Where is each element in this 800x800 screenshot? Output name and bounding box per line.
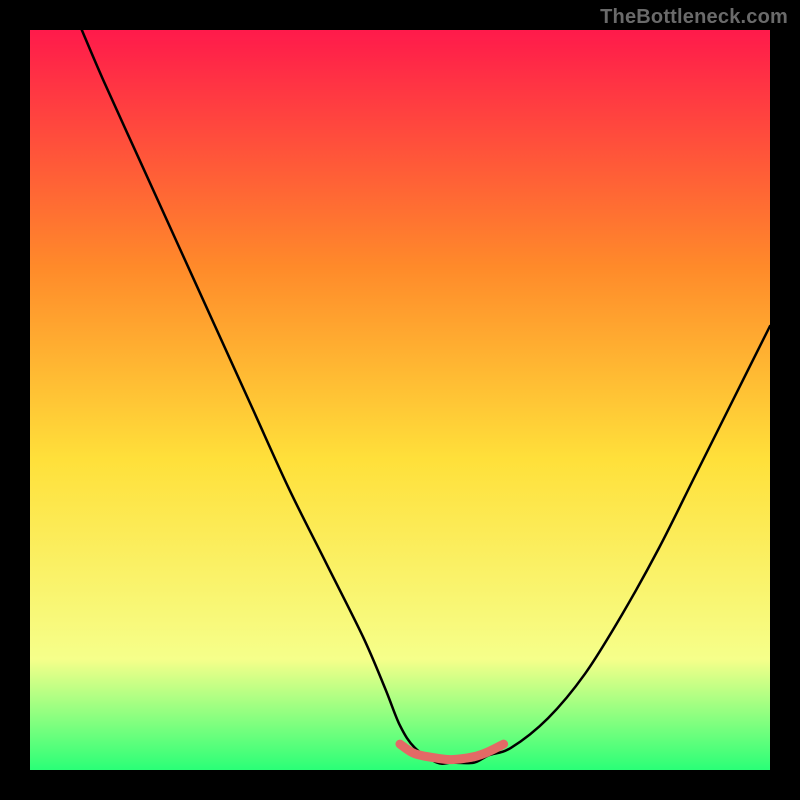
watermark-text: TheBottleneck.com [600, 6, 788, 29]
chart-svg [30, 30, 770, 770]
plot-area [30, 30, 770, 770]
gradient-background [30, 30, 770, 770]
chart-frame: TheBottleneck.com [0, 0, 800, 800]
